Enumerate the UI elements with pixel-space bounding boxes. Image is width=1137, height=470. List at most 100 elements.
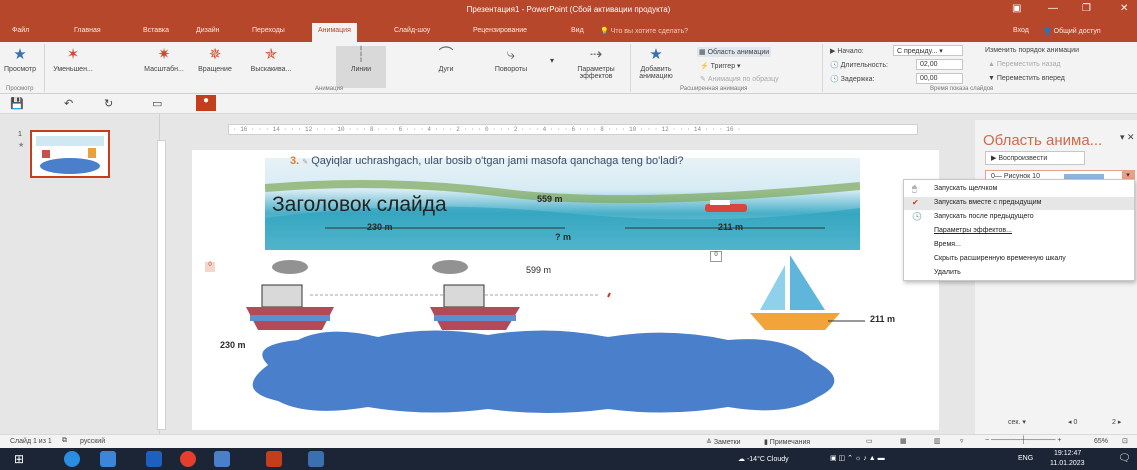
slide-sorter-icon[interactable]: ▦ bbox=[900, 437, 907, 445]
tab-design[interactable]: Дизайн bbox=[196, 27, 220, 34]
tab-insert[interactable]: Вставка bbox=[143, 27, 169, 34]
slideshow-icon[interactable]: ▭ bbox=[152, 97, 162, 110]
spellcheck-icon[interactable]: ⧉ bbox=[62, 437, 67, 445]
group-label-animation: Анимация bbox=[315, 86, 344, 92]
clock-date[interactable]: 11.01.2023 bbox=[1050, 460, 1085, 467]
horizontal-ruler: · 16 · · · 14 · · · 12 · · · 10 · · · 8 … bbox=[228, 124, 918, 135]
app-icon[interactable] bbox=[100, 451, 116, 467]
reading-view-icon[interactable]: ▥ bbox=[934, 437, 941, 445]
menu-start-on-click[interactable]: Запускать щелчком bbox=[934, 185, 997, 192]
effect-options-button[interactable]: ⇢ Параметры эффектов bbox=[568, 46, 624, 80]
ribbon-separator bbox=[822, 44, 823, 92]
photos-icon[interactable] bbox=[214, 451, 230, 467]
minimize-icon[interactable]: — bbox=[1048, 3, 1058, 14]
ribbon-display-options-icon[interactable]: ▣ bbox=[1012, 3, 1021, 14]
tab-home[interactable]: Главная bbox=[74, 27, 101, 34]
slide-title-placeholder[interactable]: Заголовок слайда bbox=[272, 193, 447, 217]
anim-zoom[interactable]: ✷ Масштабн... bbox=[142, 46, 186, 73]
delay-spinner[interactable]: 00,00 bbox=[916, 73, 963, 84]
add-animation-star-icon: ★ bbox=[649, 46, 663, 63]
clock-time[interactable]: 19:12:47 bbox=[1054, 450, 1081, 457]
start-windows-icon[interactable]: ⊞ bbox=[14, 451, 30, 467]
water-cloud-shape[interactable] bbox=[228, 325, 858, 415]
animation-pane-button[interactable]: ▦ Область анимации bbox=[697, 47, 772, 57]
tab-slideshow[interactable]: Слайд-шоу bbox=[394, 27, 430, 34]
slideshow-taskbar-icon[interactable] bbox=[308, 451, 324, 467]
slideshow-view-icon[interactable]: ▿ bbox=[960, 437, 964, 445]
menu-start-with-previous[interactable]: Запускать вместе с предыдущим bbox=[934, 199, 1041, 206]
fit-slide-icon[interactable]: ⊡ bbox=[1122, 437, 1128, 445]
anim-shrink[interactable]: ✶ Уменьшен... bbox=[48, 46, 98, 73]
start-select[interactable]: С предыду... ▾ bbox=[893, 45, 963, 56]
animation-tag-left[interactable]: 0 bbox=[205, 262, 215, 272]
preview-button[interactable]: ★ Просмотр bbox=[2, 46, 38, 73]
timeline-zoom-start[interactable]: ◂ 0 bbox=[1068, 418, 1077, 426]
record-icon[interactable]: ● bbox=[196, 95, 216, 111]
duration-label: 🕓 Длительность: bbox=[830, 62, 888, 69]
redo-icon[interactable]: ↻ bbox=[104, 97, 113, 110]
anim-arcs[interactable]: ⌒ Дуги bbox=[426, 46, 466, 73]
word-icon[interactable] bbox=[146, 451, 162, 467]
trigger-button[interactable]: ⚡ Триггер ▾ bbox=[700, 62, 741, 70]
tell-me-box[interactable]: 💡 Что вы хотите сделать? bbox=[600, 27, 688, 35]
quick-access-toolbar: 💾 ↶ ↻ ▭ ● bbox=[0, 94, 1137, 114]
opera-icon[interactable] bbox=[180, 451, 196, 467]
normal-view-icon[interactable]: ▭ bbox=[866, 437, 873, 445]
anim-rotate[interactable]: ✵ Вращение bbox=[190, 46, 240, 73]
play-label: Воспроизвести bbox=[998, 155, 1048, 162]
sailboat-icon[interactable] bbox=[750, 255, 840, 330]
move-later-button[interactable]: ▼ Переместить вперед bbox=[988, 75, 1065, 82]
anim-turns[interactable]: ⤷ Повороты bbox=[488, 46, 534, 73]
move-earlier-button[interactable]: ▲ Переместить назад bbox=[988, 61, 1061, 68]
tray-icons[interactable]: ▣ ◫ ⌃ ☼ ♪ ▲ ▬ bbox=[830, 454, 885, 462]
play-button[interactable]: ▶ Воспроизвести bbox=[985, 151, 1085, 165]
timeline-zoom-end[interactable]: 2 ▸ bbox=[1112, 418, 1121, 426]
tab-transitions[interactable]: Переходы bbox=[252, 27, 285, 34]
effect-options-icon: ⇢ bbox=[589, 46, 603, 63]
tab-view[interactable]: Вид bbox=[571, 27, 584, 34]
close-icon[interactable]: ✕ bbox=[1120, 3, 1128, 14]
add-animation-button[interactable]: ★ Добавить анимацию bbox=[634, 46, 678, 80]
animation-painter-button[interactable]: ✎ Анимация по образцу bbox=[700, 75, 779, 83]
language-indicator[interactable]: русский bbox=[80, 438, 105, 445]
tab-review[interactable]: Рецензирование bbox=[473, 27, 527, 34]
pane-options-icon[interactable]: ▾ ✕ bbox=[1120, 132, 1135, 143]
maximize-icon[interactable]: ❐ bbox=[1082, 3, 1091, 14]
windows-taskbar: ⊞ ☁ -14°C Cloudy ▣ ◫ ⌃ ☼ ♪ ▲ ▬ ENG 19:12… bbox=[0, 448, 1137, 470]
gallery-scroll-icon[interactable]: ▾ bbox=[550, 56, 554, 65]
seconds-label: сек. bbox=[1008, 419, 1021, 426]
powerpoint-icon[interactable] bbox=[266, 451, 282, 467]
duration-spinner[interactable]: 02,00 bbox=[916, 59, 963, 70]
slide-count: Слайд 1 из 1 bbox=[10, 438, 52, 445]
add-animation-line1: Добавить bbox=[640, 66, 672, 73]
menu-remove[interactable]: Удалить bbox=[934, 269, 961, 276]
tab-file[interactable]: Файл bbox=[12, 27, 29, 34]
notifications-icon[interactable]: 🗨 bbox=[1118, 453, 1131, 464]
zoom-slider[interactable]: − ──────┼────── + bbox=[985, 437, 1062, 444]
menu-start-after-previous[interactable]: Запускать после предыдущего bbox=[934, 213, 1034, 220]
input-language[interactable]: ENG bbox=[1018, 455, 1033, 462]
anim-lines-selected[interactable]: ┆ Линии bbox=[336, 46, 386, 88]
ribbon-tabs: Файл Главная Вставка Дизайн Переходы Ани… bbox=[0, 20, 1137, 42]
menu-hide-timeline[interactable]: Скрыть расширенную временную шкалу bbox=[934, 255, 1066, 262]
menu-timing[interactable]: Время... bbox=[934, 241, 961, 248]
edge-browser-icon[interactable] bbox=[64, 451, 80, 467]
group-label-advanced: Расширенная анимация bbox=[680, 86, 748, 92]
save-icon[interactable]: 💾 bbox=[10, 97, 24, 110]
thumbnail-animation-star-icon: ★ bbox=[18, 142, 25, 149]
share-button[interactable]: 👤 Общий доступ bbox=[1043, 27, 1101, 35]
tab-animations[interactable]: Анимация bbox=[312, 23, 357, 42]
slide-thumbnail[interactable] bbox=[30, 130, 110, 178]
signin-link[interactable]: Вход bbox=[1013, 27, 1029, 34]
anim-bounce[interactable]: ✯ Выскакива... bbox=[244, 46, 298, 73]
comments-button[interactable]: ▮ Примечания bbox=[764, 438, 810, 446]
weather-widget[interactable]: ☁ -14°C Cloudy bbox=[738, 455, 789, 463]
menu-effect-options[interactable]: Параметры эффектов... bbox=[934, 227, 1012, 234]
turn-path-icon: ⤷ bbox=[506, 46, 516, 63]
seconds-dropdown[interactable]: сек. ▾ bbox=[1008, 418, 1026, 426]
anim-bounce-label: Выскакива... bbox=[250, 66, 292, 73]
arc-path-icon: ⌒ bbox=[438, 46, 454, 63]
undo-icon[interactable]: ↶ bbox=[64, 97, 73, 110]
notes-button[interactable]: ≙ Заметки bbox=[706, 438, 741, 446]
zoom-level[interactable]: 65% bbox=[1094, 438, 1108, 445]
